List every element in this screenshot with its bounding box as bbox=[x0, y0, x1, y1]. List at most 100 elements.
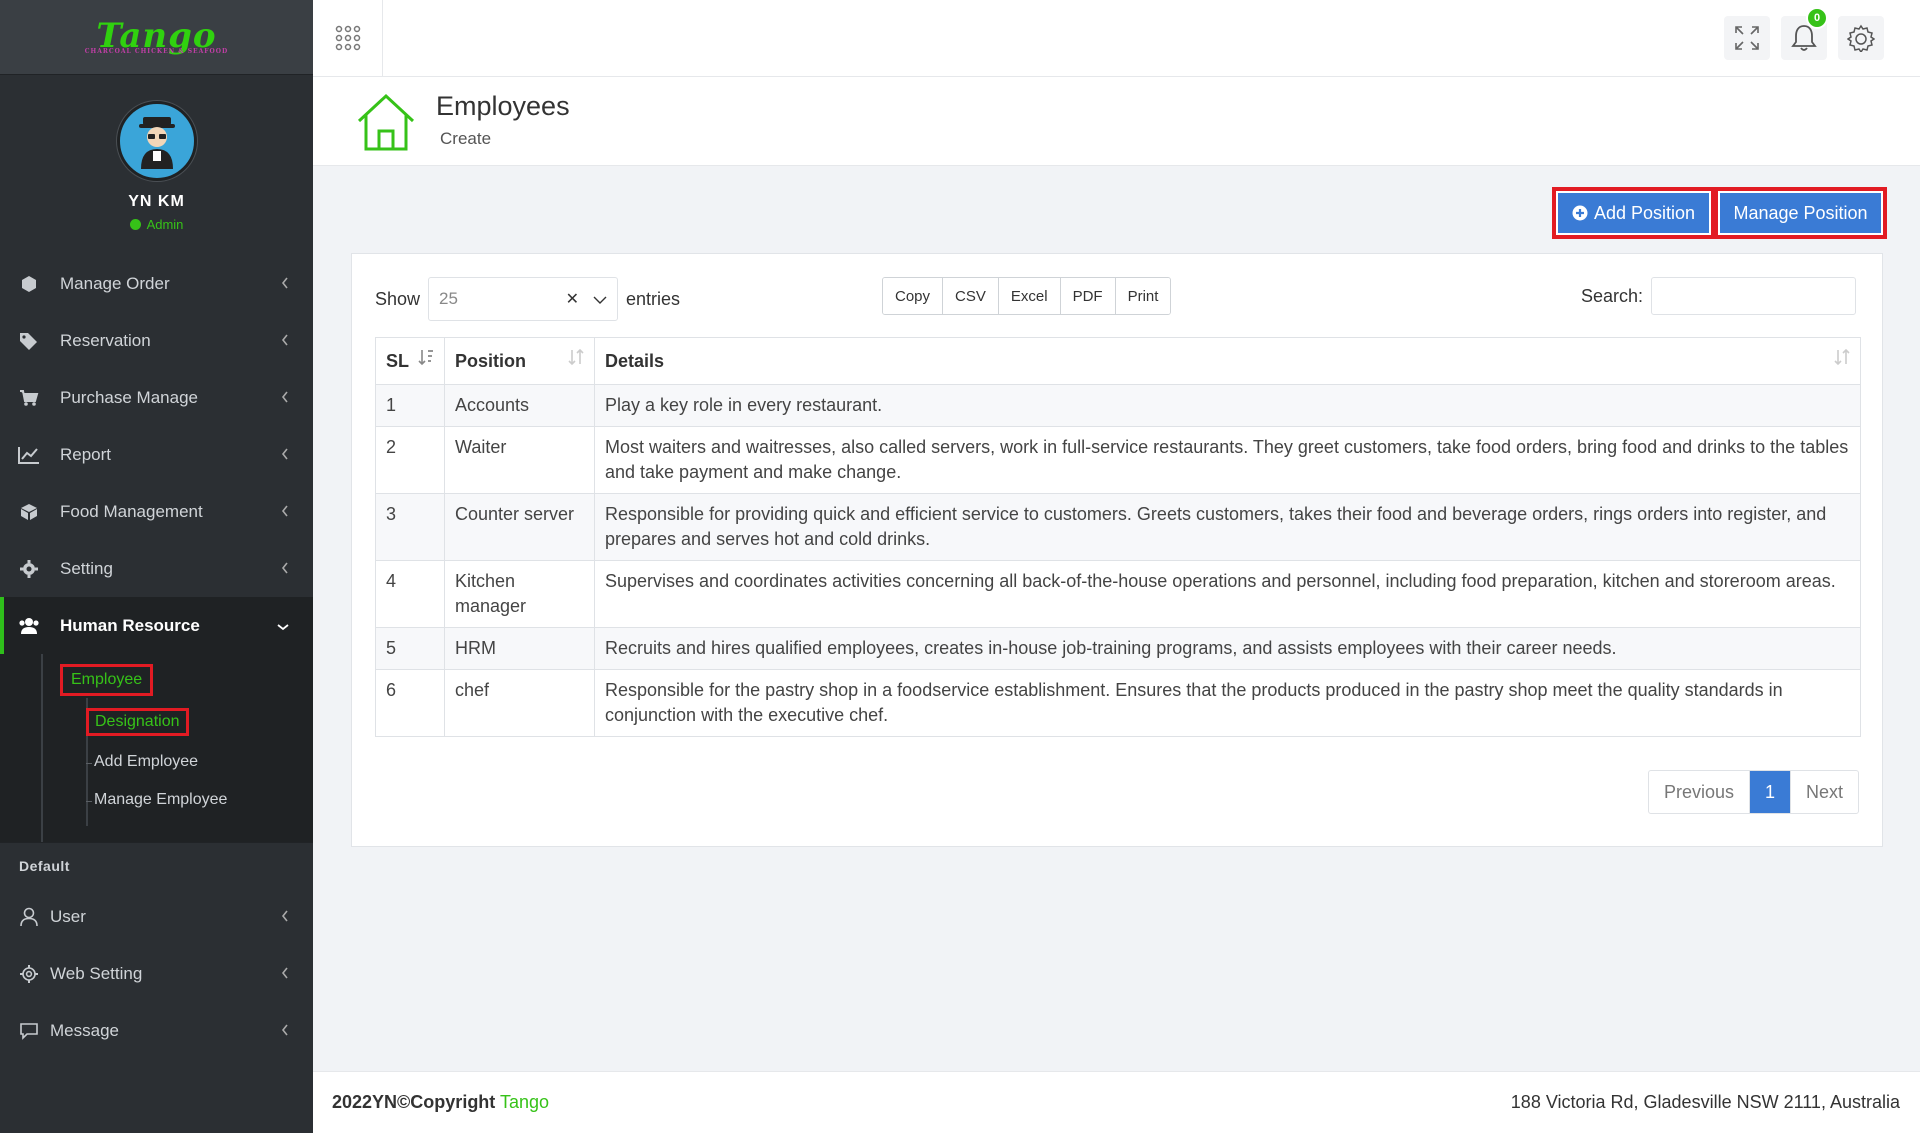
cell-position: Kitchen manager bbox=[444, 560, 595, 628]
chevron-left-icon bbox=[281, 559, 289, 579]
profile-role: Admin bbox=[129, 217, 184, 232]
footer-address: 188 Victoria Rd, Gladesville NSW 2111, A… bbox=[1510, 1092, 1900, 1112]
profile-role-label: Admin bbox=[146, 217, 184, 232]
column-header-label: Details bbox=[605, 350, 665, 371]
clear-icon[interactable]: ✕ bbox=[566, 289, 579, 309]
chevron-left-icon bbox=[281, 907, 289, 927]
chart-icon bbox=[18, 444, 40, 466]
submenu-item-manage-employee[interactable]: Manage Employee bbox=[85, 791, 227, 809]
submenu-item-employee[interactable]: Employee bbox=[60, 664, 154, 696]
sidebar-item-label: User bbox=[50, 906, 86, 926]
export-buttons: Copy CSV Excel PDF Print bbox=[882, 277, 1172, 315]
cell-sl: 1 bbox=[375, 384, 445, 427]
cell-details: Most waiters and waitresses, also called… bbox=[594, 426, 1861, 494]
submenu-item-add-employee[interactable]: Add Employee bbox=[85, 753, 198, 771]
page-size-value: 25 bbox=[439, 289, 458, 308]
sidebar-item-label: Food Management bbox=[60, 501, 203, 521]
online-status-icon bbox=[129, 219, 141, 230]
chevron-left-icon bbox=[281, 388, 289, 408]
cell-sl: 4 bbox=[375, 560, 445, 628]
cell-position: Counter server bbox=[444, 493, 595, 561]
sidebar-item-report[interactable]: Report bbox=[0, 426, 313, 483]
cell-details: Play a key role in every restaurant. bbox=[594, 384, 1861, 427]
manage-position-button[interactable]: Manage Position bbox=[1714, 187, 1887, 239]
footer-copyright: 2022YN©Copyright Tango bbox=[332, 1092, 549, 1113]
footer: 2022YN©Copyright Tango 188 Victoria Rd, … bbox=[313, 1071, 1920, 1133]
cube-icon bbox=[18, 273, 40, 295]
sort-icon bbox=[568, 348, 584, 374]
sidebar-item-label: Reservation bbox=[60, 330, 151, 350]
gear-icon bbox=[1847, 24, 1875, 52]
message-icon bbox=[18, 1020, 40, 1042]
avatar-icon bbox=[138, 117, 175, 169]
sort-asc-icon bbox=[418, 348, 434, 374]
manage-position-label: Manage Position bbox=[1733, 202, 1868, 223]
page-button-current[interactable]: 1 bbox=[1749, 771, 1791, 813]
tags-icon bbox=[18, 330, 40, 352]
topbar: 0 bbox=[313, 0, 1920, 77]
excel-button[interactable]: Excel bbox=[998, 278, 1061, 314]
table-row: 5 HRM Recruits and hires qualified emplo… bbox=[375, 627, 1861, 670]
cell-sl: 5 bbox=[375, 627, 445, 670]
settings-button[interactable] bbox=[1838, 16, 1884, 60]
page-size-select[interactable]: 25 ✕ bbox=[428, 277, 619, 321]
search-control: Search: bbox=[1581, 277, 1856, 315]
footer-brand-link[interactable]: Tango bbox=[500, 1092, 549, 1112]
tree-line bbox=[41, 654, 43, 842]
avatar[interactable] bbox=[116, 101, 197, 181]
positions-panel: Show 25 ✕ entries Copy CSV Excel PDF Pri… bbox=[351, 253, 1883, 847]
table-row: 6 chef Responsible for the pastry shop i… bbox=[375, 669, 1861, 737]
sidebar-menu: Manage Order Reservation Purchase Manage bbox=[0, 255, 313, 654]
cell-sl: 6 bbox=[375, 669, 445, 737]
search-label: Search: bbox=[1580, 285, 1643, 306]
column-header-details[interactable]: Details bbox=[594, 337, 1861, 385]
sidebar-item-food-management[interactable]: Food Management bbox=[0, 483, 313, 540]
chevron-left-icon bbox=[281, 274, 289, 294]
notifications-button[interactable]: 0 bbox=[1781, 7, 1828, 60]
sidebar-item-manage-order[interactable]: Manage Order bbox=[0, 255, 313, 312]
csv-button[interactable]: CSV bbox=[943, 278, 999, 314]
page-length-control: Show 25 ✕ entries bbox=[375, 277, 680, 321]
sidebar-menu-default: User Web Setting Message bbox=[0, 888, 313, 1059]
table-row: 3 Counter server Responsible for providi… bbox=[375, 493, 1861, 561]
settings-icon bbox=[18, 963, 40, 985]
sidebar-item-label: Web Setting bbox=[50, 963, 143, 983]
next-page-button[interactable]: Next bbox=[1791, 771, 1858, 813]
pdf-button[interactable]: PDF bbox=[1060, 278, 1116, 314]
cell-sl: 3 bbox=[375, 493, 445, 561]
sidebar-item-human-resource[interactable]: Human Resource bbox=[0, 597, 313, 654]
sidebar-item-user[interactable]: User bbox=[0, 888, 313, 945]
column-header-label: Position bbox=[455, 350, 526, 371]
fullscreen-button[interactable] bbox=[1724, 16, 1770, 60]
cell-position: HRM bbox=[444, 627, 595, 670]
print-button[interactable]: Print bbox=[1115, 278, 1171, 314]
table-row: 4 Kitchen manager Supervises and coordin… bbox=[375, 560, 1861, 628]
page-subtitle: Create bbox=[440, 129, 492, 148]
column-header-sl[interactable]: SL bbox=[375, 337, 445, 385]
apps-menu-button[interactable] bbox=[313, 0, 383, 76]
column-header-label: SL bbox=[386, 350, 410, 371]
sidebar-item-reservation[interactable]: Reservation bbox=[0, 312, 313, 369]
plus-circle-icon bbox=[1572, 205, 1588, 221]
gear-icon bbox=[18, 558, 40, 580]
sidebar-item-setting[interactable]: Setting bbox=[0, 540, 313, 597]
sidebar-item-label: Manage Order bbox=[60, 273, 170, 293]
previous-page-button[interactable]: Previous bbox=[1649, 771, 1750, 813]
brand-logo[interactable]: Tango CHARCOAL CHICKEN & SEAFOOD bbox=[85, 19, 228, 55]
sidebar-item-web-setting[interactable]: Web Setting bbox=[0, 945, 313, 1002]
brand-logo-area[interactable]: Tango CHARCOAL CHICKEN & SEAFOOD bbox=[0, 0, 313, 75]
table-row: 1 Accounts Play a key role in every rest… bbox=[375, 384, 1861, 427]
positions-table: SL Position Details 1 Accounts Play a ke… bbox=[375, 337, 1861, 737]
sidebar-item-message[interactable]: Message bbox=[0, 1002, 313, 1059]
sidebar-item-label: Report bbox=[60, 444, 112, 464]
copy-button[interactable]: Copy bbox=[883, 278, 944, 314]
search-input[interactable] bbox=[1651, 277, 1856, 315]
notification-badge: 0 bbox=[1806, 7, 1828, 29]
cell-details: Recruits and hires qualified employees, … bbox=[594, 627, 1861, 670]
user-profile: YN KM Admin bbox=[0, 75, 313, 255]
chevron-left-icon bbox=[281, 964, 289, 984]
add-position-button[interactable]: Add Position bbox=[1552, 187, 1715, 239]
sidebar-item-purchase-manage[interactable]: Purchase Manage bbox=[0, 369, 313, 426]
submenu-item-designation[interactable]: Designation bbox=[86, 708, 189, 736]
column-header-position[interactable]: Position bbox=[444, 337, 595, 385]
